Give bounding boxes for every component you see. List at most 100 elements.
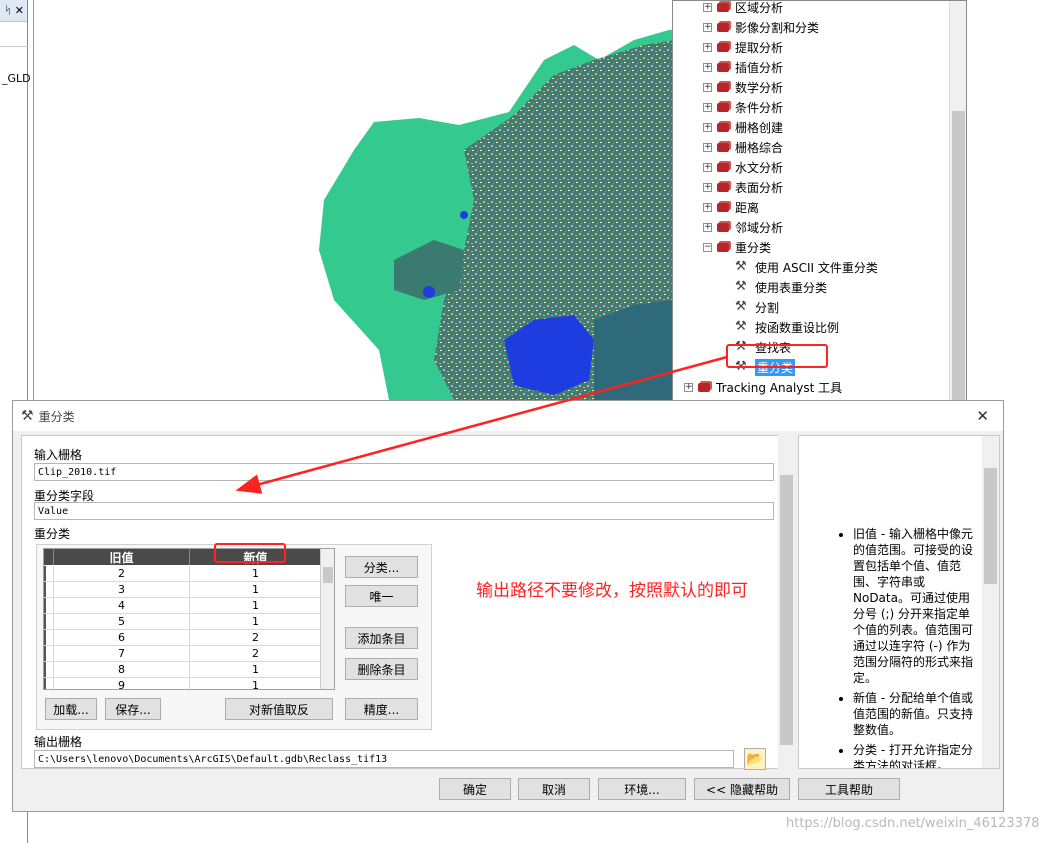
table-row[interactable]: 81	[44, 662, 322, 678]
tree-item[interactable]: + 邻域分析	[703, 217, 783, 237]
new-value-cell[interactable]: 1	[190, 566, 322, 581]
save-button[interactable]: 保存...	[105, 698, 161, 720]
table-scroll-thumb[interactable]	[323, 567, 333, 583]
add-entry-button[interactable]: 添加条目	[345, 627, 418, 649]
folder-open-icon[interactable]: 📂	[744, 748, 766, 770]
table-row[interactable]: 31	[44, 582, 322, 598]
tree-item-label: 重分类	[735, 240, 772, 255]
reverse-new-values-button[interactable]: 对新值取反	[225, 698, 333, 720]
expand-icon[interactable]: +	[703, 22, 712, 32]
environments-button[interactable]: 环境...	[598, 778, 686, 800]
tree-item[interactable]: + Tracking Analyst 工具	[684, 377, 842, 397]
row-selector[interactable]	[44, 662, 54, 677]
tree-item[interactable]: + 插值分析	[703, 57, 783, 77]
tree-item[interactable]: + 距离	[703, 197, 759, 217]
new-value-cell[interactable]: 2	[190, 630, 322, 645]
old-value-cell[interactable]: 6	[54, 630, 190, 645]
reclass-table[interactable]: 旧值 新值 2131415162728191	[43, 548, 335, 690]
row-selector[interactable]	[44, 630, 54, 645]
collapse-icon[interactable]: −	[703, 242, 712, 252]
expand-icon[interactable]: +	[703, 2, 712, 12]
toolbox-icon	[717, 121, 731, 133]
old-value-cell[interactable]: 5	[54, 614, 190, 629]
expand-icon[interactable]: +	[703, 162, 712, 172]
tree-scroll-thumb[interactable]	[952, 111, 965, 431]
delete-entry-button[interactable]: 删除条目	[345, 658, 418, 680]
row-selector[interactable]	[44, 614, 54, 629]
hammer-icon: ⚒	[735, 299, 747, 314]
row-selector[interactable]	[44, 598, 54, 613]
tree-item[interactable]: − 重分类	[703, 237, 771, 257]
tree-item[interactable]: + 影像分割和分类	[703, 17, 819, 37]
tree-item[interactable]: + 表面分析	[703, 177, 783, 197]
new-value-cell[interactable]: 1	[190, 614, 322, 629]
dialog-scrollbar[interactable]	[778, 435, 795, 769]
hammer-icon: ⚒	[735, 339, 747, 354]
new-value-cell[interactable]: 1	[190, 582, 322, 597]
tree-item[interactable]: + 区域分析	[703, 1, 783, 17]
tree-item[interactable]: ⚒ 重分类	[735, 357, 796, 377]
old-value-cell[interactable]: 3	[54, 582, 190, 597]
row-selector[interactable]	[44, 678, 54, 689]
tree-item[interactable]: + 数学分析	[703, 77, 783, 97]
map-view[interactable]	[33, 0, 674, 400]
precision-button[interactable]: 精度...	[345, 698, 418, 720]
classify-button[interactable]: 分类...	[345, 556, 418, 578]
new-value-cell[interactable]: 2	[190, 646, 322, 661]
table-row[interactable]: 41	[44, 598, 322, 614]
table-row[interactable]: 91	[44, 678, 322, 689]
tree-item[interactable]: ⚒ 分割	[735, 297, 779, 317]
tree-item[interactable]: + 水文分析	[703, 157, 783, 177]
tree-item[interactable]: ⚒ 使用 ASCII 文件重分类	[735, 257, 878, 277]
input-raster-field[interactable]: Clip_2010.tif	[34, 463, 774, 481]
expand-icon[interactable]: +	[703, 142, 712, 152]
unique-button[interactable]: 唯一	[345, 585, 418, 607]
new-value-cell[interactable]: 1	[190, 662, 322, 677]
help-scroll-thumb[interactable]	[984, 468, 997, 584]
expand-icon[interactable]: +	[703, 82, 712, 92]
table-row[interactable]: 21	[44, 566, 322, 582]
expand-icon[interactable]: +	[703, 62, 712, 72]
tree-item[interactable]: + 栅格创建	[703, 117, 783, 137]
tree-item[interactable]: + 提取分析	[703, 37, 783, 57]
new-value-cell[interactable]: 1	[190, 678, 322, 689]
expand-icon[interactable]: +	[703, 42, 712, 52]
output-raster-field[interactable]: C:\Users\lenovo\Documents\ArcGIS\Default…	[34, 750, 734, 768]
hide-help-button[interactable]: << 隐藏帮助	[694, 778, 790, 800]
table-scrollbar[interactable]	[320, 549, 334, 689]
old-value-cell[interactable]: 9	[54, 678, 190, 689]
expand-icon[interactable]: +	[703, 102, 712, 112]
tool-help-button[interactable]: 工具帮助	[798, 778, 900, 800]
tree-item[interactable]: ⚒ 使用表重分类	[735, 277, 827, 297]
load-button[interactable]: 加载...	[45, 698, 97, 720]
tree-item[interactable]: ⚒ 查找表	[735, 337, 791, 357]
old-value-cell[interactable]: 8	[54, 662, 190, 677]
toc-layer-item[interactable]: _GLD	[2, 72, 31, 85]
dialog-scroll-thumb[interactable]	[780, 475, 793, 745]
table-row[interactable]: 62	[44, 630, 322, 646]
row-selector[interactable]	[44, 646, 54, 661]
row-selector[interactable]	[44, 582, 54, 597]
tree-item[interactable]: + 栅格综合	[703, 137, 783, 157]
reclass-field-select[interactable]: Value	[34, 502, 774, 520]
expand-icon[interactable]: +	[684, 382, 693, 392]
expand-icon[interactable]: +	[703, 122, 712, 132]
tree-item[interactable]: + 条件分析	[703, 97, 783, 117]
old-value-cell[interactable]: 4	[54, 598, 190, 613]
table-row[interactable]: 51	[44, 614, 322, 630]
expand-icon[interactable]: +	[703, 202, 712, 212]
close-icon[interactable]: ✕	[976, 407, 989, 425]
tree-item[interactable]: ⚒ 按函数重设比例	[735, 317, 839, 337]
row-selector[interactable]	[44, 566, 54, 581]
old-value-cell[interactable]: 7	[54, 646, 190, 661]
old-value-cell[interactable]: 2	[54, 566, 190, 581]
cancel-button[interactable]: 取消	[518, 778, 590, 800]
expand-icon[interactable]: +	[703, 222, 712, 232]
new-value-cell[interactable]: 1	[190, 598, 322, 613]
pin-close-icons[interactable]: ᛋ ✕	[5, 4, 24, 17]
table-row[interactable]: 72	[44, 646, 322, 662]
toolbox-icon	[717, 61, 731, 73]
help-scrollbar[interactable]	[982, 436, 999, 768]
expand-icon[interactable]: +	[703, 182, 712, 192]
ok-button[interactable]: 确定	[439, 778, 511, 800]
